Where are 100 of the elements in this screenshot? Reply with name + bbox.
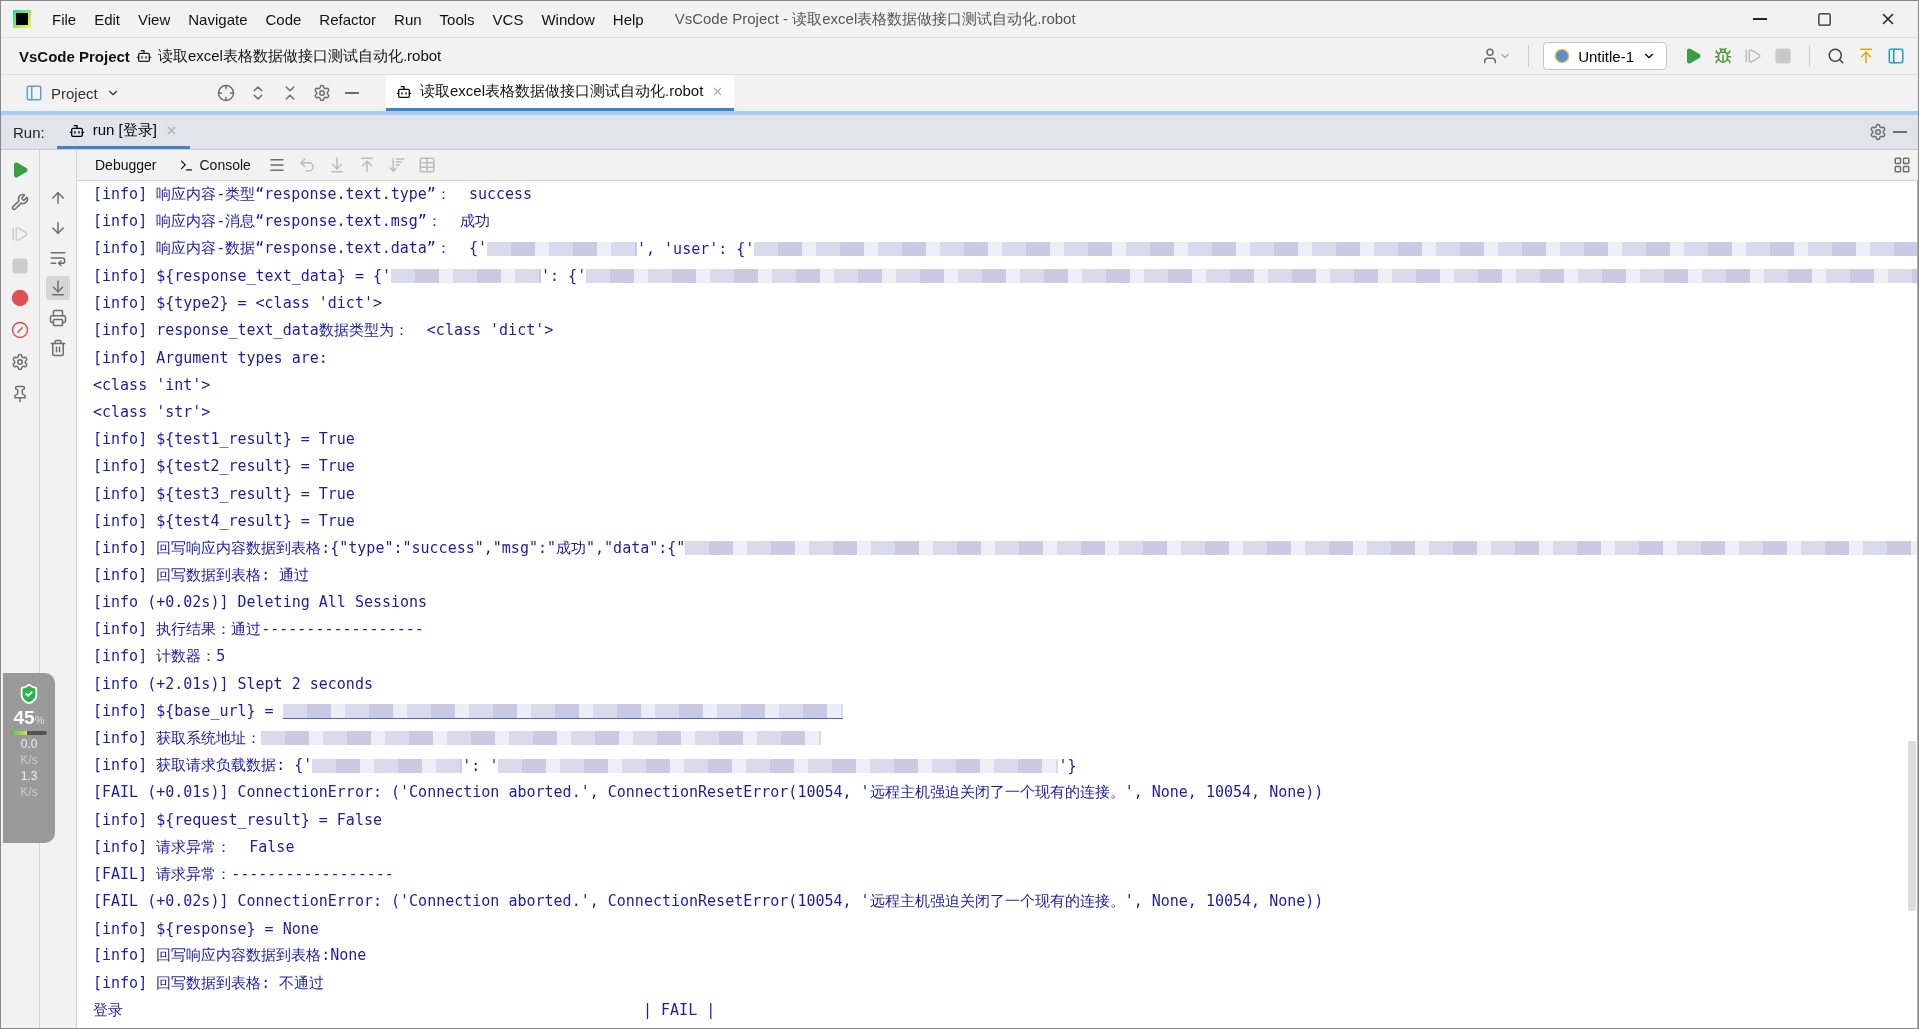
settings-icon xyxy=(11,353,29,371)
scroll-end-icon xyxy=(49,279,67,297)
console-text: [info] ${base_url} = xyxy=(93,702,275,721)
minimize-icon xyxy=(1753,18,1767,20)
upload-icon xyxy=(1857,47,1875,65)
console-text: <class 'int'> xyxy=(93,375,211,394)
mute-breakpoints-icon xyxy=(11,321,29,339)
console-text: [FAIL (+0.01s)] ConnectionError: ('Connection aborted.', ConnectionResetError(10054, '远程主机强迫关闭了一个现有的连接。', None, 10054, None)) xyxy=(93,783,1324,803)
upload-speed: 0.0 xyxy=(20,737,38,751)
scroll-to-end-button[interactable] xyxy=(46,276,70,300)
crosshair-icon xyxy=(216,84,235,102)
console-text: [info] 回写响应内容数据到表格:None xyxy=(93,946,367,966)
play-icon xyxy=(11,161,29,179)
menu-item[interactable]: View xyxy=(131,6,178,32)
console-text: [FAIL (+0.02s)] ConnectionError: ('Connection aborted.', ConnectionResetError(10054, '远程主机强迫关闭了一个现有的连接。', None, 10054, None)) xyxy=(93,891,1324,911)
console-text: [info] 执行结果：通过------------------ xyxy=(93,620,424,640)
arrow-down-icon xyxy=(49,219,67,237)
maximize-icon xyxy=(1816,11,1832,27)
console-text: [info] 回写数据到表格: 通过 xyxy=(93,565,310,585)
cursor-icon xyxy=(387,156,406,174)
console-text: [info] response_text_data数据类型为： <class 'dict'> xyxy=(93,321,554,341)
printer-icon xyxy=(49,309,67,327)
console-text: [info] 回写响应内容数据到表格:{"type":"success","msg":"成功","data":{" xyxy=(93,538,686,558)
console-text: [info] ${request_result} = False xyxy=(93,810,382,829)
resume-icon xyxy=(11,225,29,243)
app-logo-icon xyxy=(13,10,31,28)
console-text: [info] ${test2_result} = True xyxy=(93,457,355,476)
settings-icon xyxy=(312,84,331,102)
console-text: [info] 请求异常： False xyxy=(93,837,295,857)
search-icon xyxy=(1827,47,1845,65)
console-text: [info] 响应内容-消息“response.text.msg”： 成功 xyxy=(93,212,490,232)
menu-item[interactable]: Code xyxy=(258,6,309,32)
console-text: ': {' xyxy=(541,267,587,286)
breakpoints-icon xyxy=(11,289,29,307)
console-text: ': ' xyxy=(462,756,499,775)
menu-item[interactable]: VCS xyxy=(485,6,531,32)
console-text: [info] ${test1_result} = True xyxy=(93,430,355,449)
table-icon xyxy=(417,156,436,174)
percent-value: 45 xyxy=(13,707,35,728)
robot-file-icon xyxy=(68,122,85,139)
robot-file-icon xyxy=(135,48,152,64)
terminal-icon xyxy=(178,157,194,173)
shield-icon xyxy=(18,683,40,705)
console-tab[interactable]: Console xyxy=(170,153,259,177)
console-text: ', 'user': {' xyxy=(637,239,755,258)
console-text: [info] 响应内容-类型“response.text.type”： success xyxy=(93,185,533,205)
console-text: [info] ${response_text_data} = {' xyxy=(93,267,391,286)
console-text: [info (+0.02s)] Deleting All Sessions xyxy=(93,593,428,612)
minimize-icon xyxy=(1893,131,1907,133)
menu-item[interactable]: Window xyxy=(534,6,602,32)
breadcrumb-item[interactable]: VsCode Project xyxy=(19,47,130,65)
run-tab[interactable]: run [登录] xyxy=(56,115,190,149)
run-panel-label: Run: xyxy=(12,122,46,143)
editor-tab[interactable]: 读取excel表格数据做接口测试自动化.robot xyxy=(386,75,735,111)
menu-item[interactable]: Navigate xyxy=(181,6,255,32)
console-tab[interactable]: Debugger xyxy=(87,153,165,177)
console-text: [info] ${response} = None xyxy=(93,919,319,938)
robot-file-icon xyxy=(396,83,412,100)
settings-icon xyxy=(1869,123,1887,141)
console-text: [info] 获取请求负载数据: {' xyxy=(93,756,313,776)
window-title: VsCode Project - 读取excel表格数据做接口测试自动化.robot xyxy=(674,9,1077,29)
download-speed: 1.3 xyxy=(20,769,38,783)
wrench-icon xyxy=(11,193,29,211)
pin-icon xyxy=(11,385,29,403)
console-text: [info] ${test4_result} = True xyxy=(93,511,355,530)
menu-item[interactable]: Help xyxy=(605,6,651,32)
run-config-dropdown[interactable]: Untitle-1 xyxy=(1543,42,1667,70)
console-text: [info] ${test3_result} = True xyxy=(93,484,355,503)
layout-icon xyxy=(1893,156,1911,174)
minimize-icon xyxy=(344,92,359,94)
panel-icon xyxy=(25,84,43,102)
trash-icon xyxy=(49,339,67,357)
console-text: <class 'str'> xyxy=(93,403,211,422)
console-text: [info] 回写数据到表格: 不通过 xyxy=(93,973,325,993)
stop-icon xyxy=(1774,47,1792,65)
console-text: [info] ${type2} = <class 'dict'> xyxy=(93,294,382,313)
console-text: [info] 获取系统地址： xyxy=(93,728,262,748)
menu-item[interactable]: Refactor xyxy=(312,6,384,32)
console-text: [info] 计数器：5 xyxy=(93,647,226,667)
play-icon xyxy=(1684,47,1702,65)
console-text: 登录 xyxy=(93,1000,123,1020)
bug-icon xyxy=(1714,47,1732,65)
console-text: [info] Argument types are: xyxy=(93,348,328,367)
console-text: [info] 响应内容-数据“response.text.data”： {' xyxy=(93,239,487,259)
wrap-icon xyxy=(49,249,67,267)
menu-icon xyxy=(267,156,286,174)
menu-item[interactable]: Run xyxy=(387,6,429,32)
console-text: [info (+2.01s)] Slept 2 seconds xyxy=(93,674,373,693)
menu-item[interactable]: Edit xyxy=(87,6,128,32)
console-text: | FAIL | xyxy=(643,1001,716,1020)
breadcrumb-item[interactable]: 读取excel表格数据做接口测试自动化.robot xyxy=(157,46,442,66)
scrollbar[interactable] xyxy=(1908,741,1916,911)
percent-unit: % xyxy=(34,714,45,726)
step-over-icon xyxy=(297,156,316,174)
stop-icon xyxy=(11,257,29,275)
menu-item[interactable]: Tools xyxy=(432,6,482,32)
console-text: '} xyxy=(1058,756,1077,775)
project-view-dropdown[interactable]: Project xyxy=(19,83,126,103)
console-text: [FAIL] 请求异常：------------------ xyxy=(93,864,394,884)
menu-item[interactable]: File xyxy=(45,6,84,32)
